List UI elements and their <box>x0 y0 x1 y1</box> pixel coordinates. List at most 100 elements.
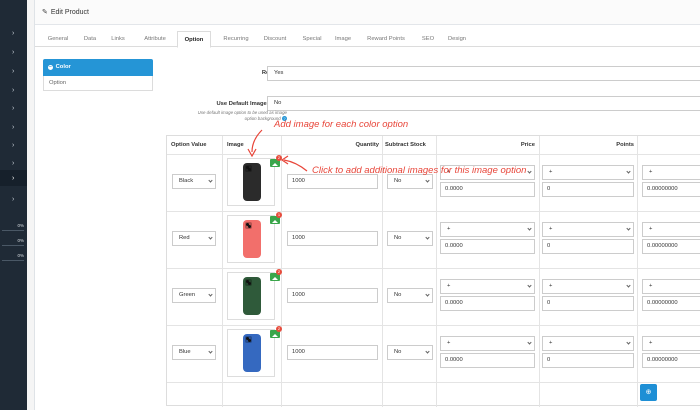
subtract-stock-select[interactable]: No <box>387 345 433 360</box>
tab-recurring[interactable]: Recurring <box>218 31 254 47</box>
price-input[interactable]: 0.0000 <box>440 182 535 197</box>
column-divider <box>539 136 540 407</box>
price-prefix-select[interactable]: + <box>440 279 535 294</box>
tab-image[interactable]: Image <box>331 31 355 47</box>
phone-image <box>243 277 261 315</box>
nav-expand-icon[interactable]: › <box>12 124 14 131</box>
option-item-color[interactable]: − Color <box>43 59 153 76</box>
quantity-input[interactable]: 1000 <box>287 231 378 246</box>
default-image-select[interactable]: No <box>267 96 700 111</box>
nav-expand-icon[interactable]: › <box>12 175 14 182</box>
weight-input[interactable]: 0.00000000 <box>642 239 700 254</box>
chevron-down-icon <box>527 226 532 231</box>
option-item-option[interactable]: Option <box>43 76 153 91</box>
column-header-quantity: Quantity <box>355 142 379 148</box>
points-input[interactable]: 0 <box>542 182 634 197</box>
required-select[interactable]: Yes <box>267 66 700 81</box>
nav-expand-icon[interactable]: › <box>12 87 14 94</box>
weight-prefix-select[interactable]: + <box>642 165 700 180</box>
weight-prefix-text: + <box>649 226 653 232</box>
column-header-option-value: Option Value <box>171 142 207 148</box>
price-prefix-select[interactable]: + <box>440 336 535 351</box>
weight-input[interactable]: 0.00000000 <box>642 182 700 197</box>
option-value-select[interactable]: Green <box>172 288 216 303</box>
tab-data[interactable]: Data <box>79 31 101 47</box>
pencil-icon: ✎ <box>42 9 48 16</box>
sidebar-stat: 0% <box>2 238 24 246</box>
tab-reward-points[interactable]: Reward Points <box>361 31 411 47</box>
nav-expand-icon[interactable]: › <box>12 196 14 203</box>
column-divider <box>222 136 223 407</box>
price-input[interactable]: 0.0000 <box>440 353 535 368</box>
price-input[interactable]: 0.0000 <box>440 296 535 311</box>
nav-expand-icon[interactable]: › <box>12 68 14 75</box>
points-input[interactable]: 0 <box>542 239 634 254</box>
row-divider <box>167 268 700 269</box>
weight-prefix-select[interactable]: + <box>642 336 700 351</box>
nav-expand-icon[interactable]: › <box>12 160 14 167</box>
option-value-text: Black <box>179 178 194 184</box>
nav-expand-icon[interactable]: › <box>12 30 14 37</box>
chevron-down-icon <box>626 340 631 345</box>
camera-module <box>245 279 252 286</box>
tab-seo[interactable]: SEO <box>418 31 438 47</box>
add-option-value-button[interactable]: ⊕ <box>640 384 657 401</box>
option-image-thumbnail[interactable] <box>227 215 275 263</box>
points-input[interactable]: 0 <box>542 296 634 311</box>
subtract-stock-select[interactable]: No <box>387 174 433 189</box>
subtract-stock-select[interactable]: No <box>387 231 433 246</box>
points-prefix-select[interactable]: + <box>542 279 634 294</box>
quantity-input[interactable]: 1000 <box>287 174 378 189</box>
option-value-text: Green <box>179 292 196 298</box>
weight-input[interactable]: 0.00000000 <box>642 296 700 311</box>
option-image-thumbnail[interactable] <box>227 272 275 320</box>
phone-image <box>243 334 261 372</box>
row-divider <box>167 211 700 212</box>
column-divider <box>637 136 638 407</box>
weight-prefix-select[interactable]: + <box>642 279 700 294</box>
price-prefix-text: + <box>447 226 451 232</box>
chevron-down-icon <box>527 283 532 288</box>
option-value-select[interactable]: Black <box>172 174 216 189</box>
points-input[interactable]: 0 <box>542 353 634 368</box>
subtract-stock-select[interactable]: No <box>387 288 433 303</box>
points-prefix-text: + <box>549 340 553 346</box>
tab-links[interactable]: Links <box>107 31 129 47</box>
weight-prefix-select[interactable]: + <box>642 222 700 237</box>
option-image-thumbnail[interactable] <box>227 158 275 206</box>
quantity-input[interactable]: 1000 <box>287 345 378 360</box>
option-value-text: Blue <box>179 349 191 355</box>
weight-prefix-text: + <box>649 169 653 175</box>
camera-module <box>245 165 252 172</box>
tab-option[interactable]: Option <box>177 31 211 48</box>
chevron-down-icon <box>208 235 213 240</box>
option-value-select[interactable]: Red <box>172 231 216 246</box>
chevron-down-icon <box>626 169 631 174</box>
tab-design[interactable]: Design <box>444 31 470 47</box>
tab-attribute[interactable]: Attribute <box>137 31 173 47</box>
column-divider <box>436 136 437 407</box>
points-prefix-text: + <box>549 283 553 289</box>
option-image-thumbnail[interactable] <box>227 329 275 377</box>
row-divider <box>167 154 700 155</box>
column-header-image: Image <box>227 142 244 148</box>
weight-input[interactable]: 0.00000000 <box>642 353 700 368</box>
nav-expand-icon[interactable]: › <box>12 105 14 112</box>
tab-special[interactable]: Special <box>298 31 326 47</box>
nav-expand-icon[interactable]: › <box>12 49 14 56</box>
option-value-select[interactable]: Blue <box>172 345 216 360</box>
column-header-subtract-stock: Subtract Stock <box>385 142 426 148</box>
price-input[interactable]: 0.0000 <box>440 239 535 254</box>
quantity-input[interactable]: 1000 <box>287 288 378 303</box>
points-prefix-select[interactable]: + <box>542 165 634 180</box>
points-prefix-select[interactable]: + <box>542 336 634 351</box>
price-prefix-select[interactable]: + <box>440 222 535 237</box>
points-prefix-select[interactable]: + <box>542 222 634 237</box>
nav-expand-icon[interactable]: › <box>12 142 14 149</box>
phone-image <box>243 220 261 258</box>
tab-general[interactable]: General <box>43 31 73 47</box>
column-divider <box>382 136 383 407</box>
minus-circle-icon[interactable]: − <box>48 65 53 70</box>
tab-discount[interactable]: Discount <box>259 31 291 47</box>
chevron-down-icon <box>626 226 631 231</box>
